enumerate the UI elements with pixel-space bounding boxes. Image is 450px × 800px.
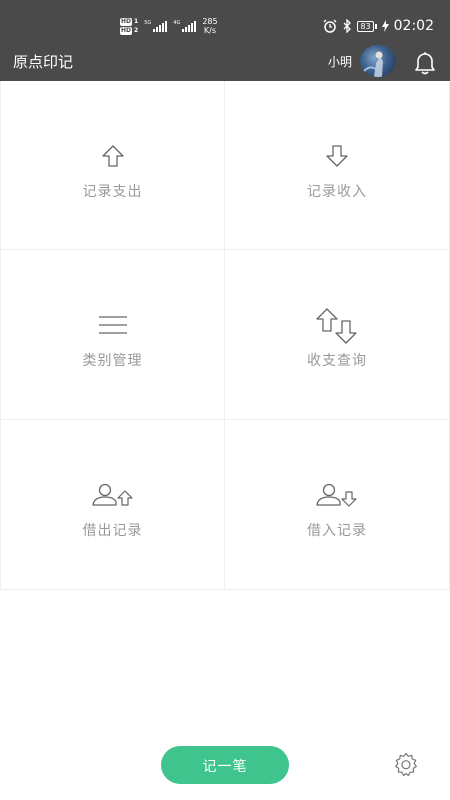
system-indicators: 83 02:02 (323, 16, 434, 36)
hd-indicators: HD 1 HD 2 (120, 17, 139, 35)
borrow-records-label: 借入记录 (307, 523, 367, 539)
user-name[interactable]: 小明 (328, 53, 352, 71)
bell-icon[interactable] (411, 50, 439, 76)
income-expense-query-item[interactable]: 收支查询 (225, 250, 450, 420)
app-title: 原点印记 (13, 53, 74, 71)
avatar[interactable] (360, 45, 396, 77)
lend-records-label: 借出记录 (82, 523, 143, 539)
lend-records-item[interactable]: 借出记录 (0, 420, 225, 590)
network-speed: 285 K/s (202, 17, 217, 35)
battery-level: 83 (357, 20, 374, 32)
swap-arrows-icon (316, 308, 357, 344)
income-expense-query-label: 收支查询 (307, 353, 367, 369)
bluetooth-icon (343, 19, 352, 33)
hd-badge-2: HD 2 (120, 26, 139, 35)
network-speed-unit: K/s (203, 26, 217, 35)
record-income-label: 记录收入 (307, 184, 367, 200)
record-expense-item[interactable]: 记录支出 (0, 81, 225, 250)
record-expense-label: 记录支出 (82, 184, 143, 200)
hd-sim-2: 2 (134, 26, 139, 34)
hd-badge-1: HD 1 (120, 17, 139, 26)
borrow-records-item[interactable]: 借入记录 (225, 420, 450, 590)
user-arrow-down-icon (316, 483, 357, 507)
signal-5g-tag: 5G (144, 20, 152, 26)
gear-icon[interactable] (393, 752, 419, 778)
record-entry-button[interactable]: 记一笔 (161, 746, 289, 784)
record-income-item[interactable]: 记录收入 (225, 81, 450, 250)
category-management-label: 类别管理 (82, 353, 143, 369)
hd-label-1: HD (120, 17, 133, 26)
signal-4g-icon: 4G (173, 20, 197, 32)
signal-4g-tag: 4G (173, 20, 181, 26)
arrow-down-icon (326, 145, 348, 167)
menu-lines-icon (98, 316, 127, 334)
network-indicators: HD 1 HD 2 5G 4G 285 K/s (120, 14, 218, 38)
user-arrow-up-icon (91, 483, 133, 506)
arrow-up-icon (101, 145, 124, 167)
app-screen: HD 1 HD 2 5G 4G 285 K/s 83 02:02 原点印记 小明… (0, 0, 450, 800)
hd-sim-1: 1 (134, 17, 139, 25)
menu-grid: 记录支出 记录收入 类别管理 收支查询 借出记录 借入记录 (0, 81, 450, 590)
alarm-icon (323, 19, 337, 33)
signal-5g-icon: 5G (144, 20, 168, 32)
hd-label-2: HD (120, 26, 133, 35)
network-speed-value: 285 (202, 17, 218, 26)
charging-icon (381, 20, 389, 32)
battery-icon: 83 (357, 20, 377, 32)
app-bar: 原点印记 小明 (0, 44, 450, 81)
clock: 02:02 (393, 18, 434, 34)
category-management-item[interactable]: 类别管理 (0, 250, 225, 420)
